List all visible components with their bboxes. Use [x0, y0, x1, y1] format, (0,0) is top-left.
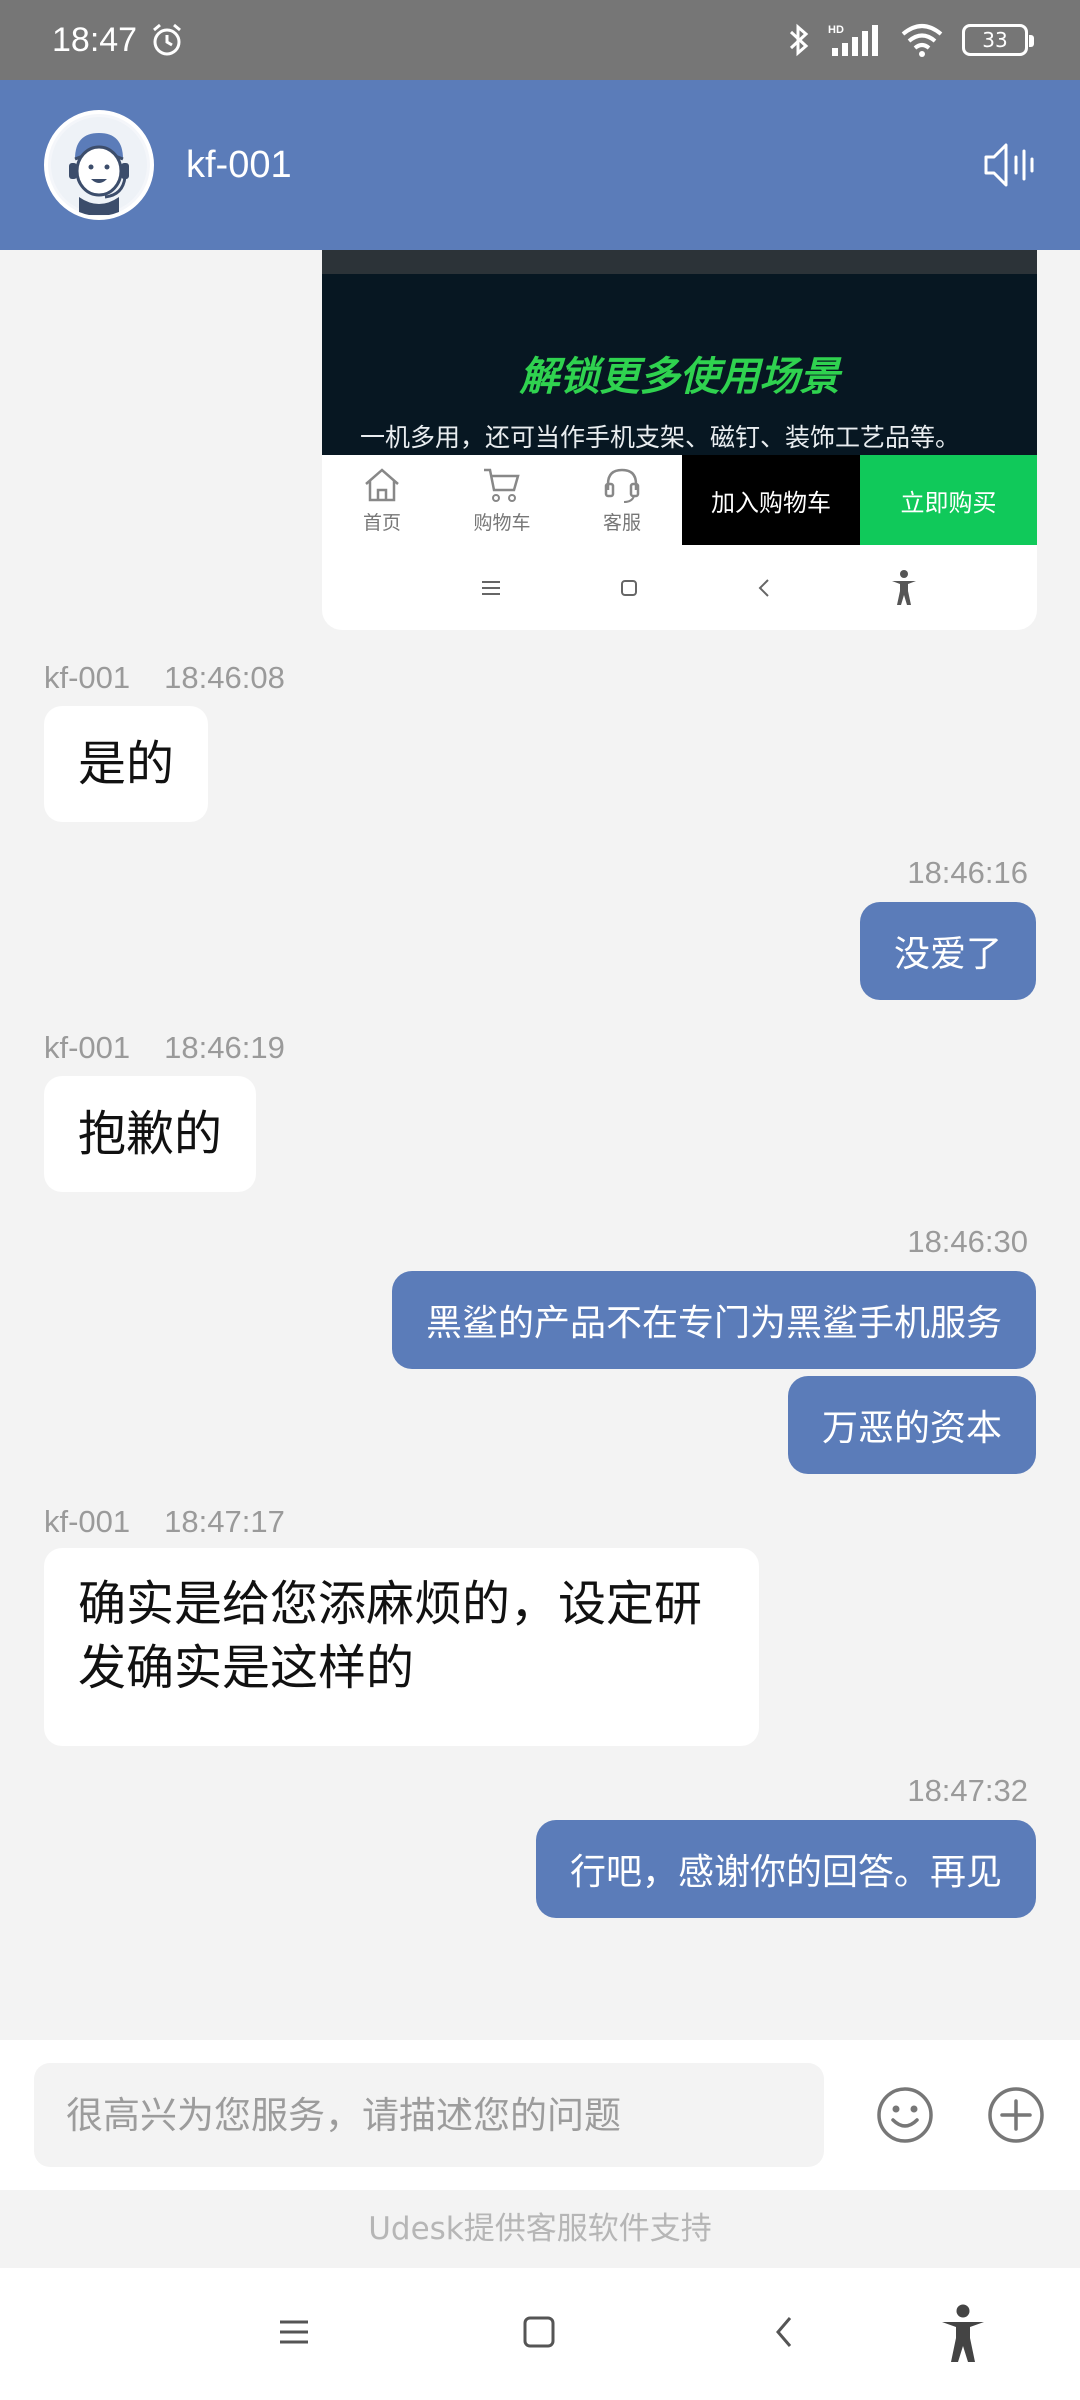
- user-message[interactable]: 没爱了: [859, 902, 1036, 1000]
- message-meta: kf-001 18:46:08: [44, 660, 285, 696]
- back-icon: [758, 578, 769, 597]
- input-bar: [0, 2040, 1080, 2190]
- message-time: 18:46:08: [164, 660, 285, 695]
- user-message[interactable]: 万恶的资本: [787, 1376, 1036, 1474]
- signal-icon: HD: [828, 24, 878, 56]
- accessibility-icon[interactable]: [938, 2304, 988, 2364]
- back-icon[interactable]: [772, 2314, 796, 2350]
- home-icon[interactable]: [522, 2314, 556, 2350]
- product-banner: 解锁更多使用场景 一机多用，还可当作手机支架、磁钉、装饰工艺品等。: [322, 250, 1037, 455]
- more-button[interactable]: [985, 2084, 1046, 2146]
- speaker-icon[interactable]: [980, 137, 1036, 193]
- menu-icon: [482, 580, 501, 595]
- status-left: 18:47: [52, 21, 185, 60]
- message-time: 18:46:30: [907, 1224, 1028, 1259]
- status-bar: 18:47 HD 33: [0, 0, 1080, 80]
- square-icon: [621, 579, 638, 596]
- alarm-icon: [153, 23, 182, 56]
- sender-name: kf-001: [44, 660, 131, 695]
- message-time: 18:47:32: [907, 1773, 1028, 1808]
- status-right: HD 33: [788, 22, 1034, 58]
- screenshot-nav-bar: [322, 545, 1037, 630]
- agent-message[interactable]: 是的: [44, 706, 209, 822]
- wifi-icon: [901, 24, 943, 57]
- bluetooth-icon: [789, 23, 809, 57]
- plus-icon: [987, 2087, 1044, 2143]
- banner-top-strip: [322, 250, 1037, 274]
- agent-avatar[interactable]: [44, 110, 154, 220]
- message-time: 18:47:17: [164, 1504, 285, 1539]
- shop-bar: 首页 购物车 客服 加入购物车 立即购买: [322, 455, 1037, 545]
- headset-icon: [604, 468, 640, 503]
- chat-area[interactable]: 解锁更多使用场景 一机多用，还可当作手机支架、磁钉、装饰工艺品等。 首页 购物车: [0, 250, 1080, 2040]
- shop-nav-service: 客服: [562, 455, 682, 545]
- home-outline-icon: [365, 467, 399, 501]
- banner-subtitle: 一机多用，还可当作手机支架、磁钉、装饰工艺品等。: [360, 423, 961, 452]
- shop-nav-home: 首页: [322, 455, 442, 545]
- agent-message[interactable]: 抱歉的: [44, 1076, 257, 1192]
- shop-nav-cart: 购物车: [442, 455, 562, 545]
- message-meta: kf-001 18:46:19: [44, 1030, 285, 1066]
- sender-name: kf-001: [44, 1030, 131, 1065]
- battery-level: 33: [982, 28, 1008, 52]
- emoji-button[interactable]: [874, 2084, 935, 2146]
- message-time: 18:46:19: [164, 1030, 285, 1065]
- emoji-icon: [876, 2087, 933, 2143]
- powered-by-text: Udesk提供客服软件支持: [0, 2190, 1080, 2268]
- user-message[interactable]: 行吧，感谢你的回答。再见: [535, 1820, 1036, 1918]
- agent-message[interactable]: 确实是给您添麻烦的，设定研发确实是这样的: [44, 1548, 759, 1746]
- chat-header: kf-001: [0, 80, 1080, 250]
- svg-text:HD: HD: [828, 24, 844, 36]
- status-time: 18:47: [52, 20, 138, 59]
- shop-nav-home-label: 首页: [362, 511, 401, 534]
- cart-icon: [484, 468, 520, 502]
- battery-icon: 33: [962, 24, 1034, 56]
- message-meta: kf-001 18:47:17: [44, 1504, 285, 1540]
- agent-avatar-icon: [51, 117, 147, 215]
- agent-name: kf-001: [186, 143, 292, 186]
- product-image-message[interactable]: 解锁更多使用场景 一机多用，还可当作手机支架、磁钉、装饰工艺品等。 首页 购物车: [322, 250, 1037, 630]
- message-time: 18:46:16: [907, 855, 1028, 890]
- sender-name: kf-001: [44, 1504, 131, 1539]
- accessibility-icon: [891, 569, 916, 605]
- user-message[interactable]: 黑鲨的产品不在专门为黑鲨手机服务: [391, 1271, 1036, 1369]
- buy-now-button: 立即购买: [860, 455, 1037, 545]
- shop-nav-cart-label: 购物车: [473, 511, 531, 534]
- menu-icon[interactable]: [278, 2314, 310, 2350]
- message-input[interactable]: [34, 2063, 825, 2167]
- add-to-cart-button: 加入购物车: [682, 455, 860, 545]
- banner-title: 解锁更多使用场景: [519, 354, 840, 400]
- system-nav-bar: [0, 2268, 1080, 2400]
- shop-nav-service-label: 客服: [602, 511, 641, 534]
